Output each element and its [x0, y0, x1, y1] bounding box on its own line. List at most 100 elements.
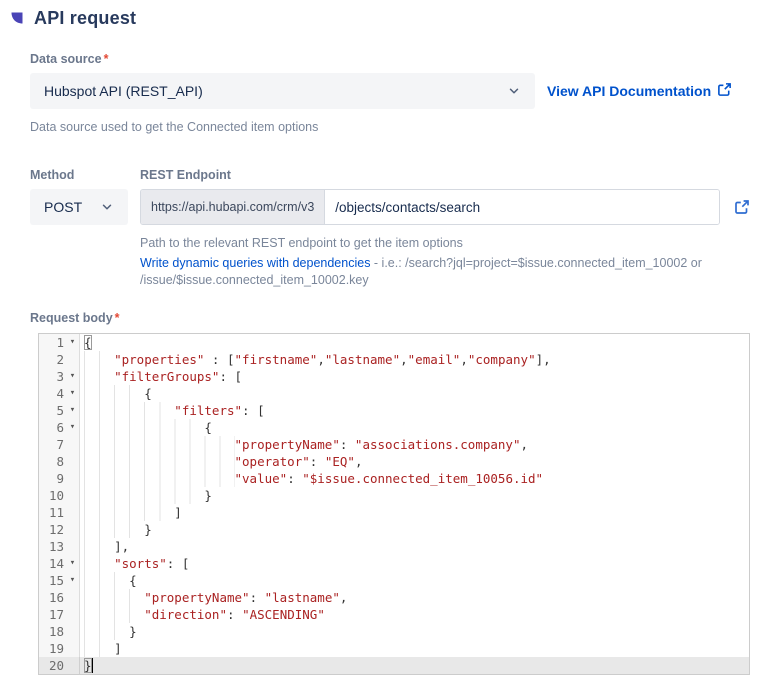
- code-text[interactable]: "filters": [: [80, 402, 749, 419]
- code-text[interactable]: "propertyName": "associations.company",: [80, 436, 749, 453]
- code-text[interactable]: ]: [80, 640, 749, 657]
- code-line[interactable]: 11]: [39, 504, 749, 521]
- code-text[interactable]: {: [80, 334, 749, 351]
- line-number: 5: [44, 402, 66, 419]
- line-gutter: 11: [39, 504, 80, 521]
- code-lines: 1▾{2"properties" : ["firstname","lastnam…: [39, 334, 749, 674]
- line-gutter: 20: [39, 657, 80, 674]
- view-api-documentation-link[interactable]: View API Documentation: [547, 82, 732, 100]
- endpoint-path-input[interactable]: [325, 190, 719, 224]
- line-number: 2: [44, 351, 66, 368]
- code-text[interactable]: {: [80, 419, 749, 436]
- connect-brand-icon: [10, 11, 24, 25]
- code-line[interactable]: 15▾{: [39, 572, 749, 589]
- line-gutter: 2: [39, 351, 80, 368]
- code-line[interactable]: 10}: [39, 487, 749, 504]
- line-gutter: 12: [39, 521, 80, 538]
- code-line[interactable]: 3▾"filterGroups": [: [39, 368, 749, 385]
- chevron-down-icon: [507, 84, 521, 98]
- code-text[interactable]: }: [80, 487, 749, 504]
- fold-arrow-icon[interactable]: ▾: [66, 368, 79, 385]
- code-line[interactable]: 4▾{: [39, 385, 749, 402]
- code-text[interactable]: "operator": "EQ",: [80, 453, 749, 470]
- code-line[interactable]: 7"propertyName": "associations.company",: [39, 436, 749, 453]
- code-text[interactable]: ]: [80, 504, 749, 521]
- method-label: Method: [30, 168, 128, 182]
- code-text[interactable]: "filterGroups": [: [80, 368, 749, 385]
- code-line[interactable]: 14▾"sorts": [: [39, 555, 749, 572]
- code-text[interactable]: "direction": "ASCENDING": [80, 606, 749, 623]
- indent-guides: [84, 419, 204, 436]
- code-text[interactable]: }: [80, 657, 749, 674]
- indent-guides: [84, 589, 144, 606]
- method-select[interactable]: POST: [30, 189, 128, 225]
- code-text[interactable]: }: [80, 623, 749, 640]
- fold-arrow-icon[interactable]: ▾: [66, 555, 79, 572]
- endpoint-section: Method POST REST Endpoint https://api.hu…: [30, 168, 750, 289]
- code-line[interactable]: 17"direction": "ASCENDING": [39, 606, 749, 623]
- dynamic-queries-link[interactable]: Write dynamic queries with dependencies: [140, 256, 370, 270]
- line-number: 12: [44, 521, 66, 538]
- line-gutter: 8: [39, 453, 80, 470]
- dynamic-queries-example: - i.e.: /search?jql=project=$issue.conne…: [370, 256, 701, 270]
- code-text[interactable]: "propertyName": "lastname",: [80, 589, 749, 606]
- fold-arrow-icon[interactable]: ▾: [66, 572, 79, 589]
- code-line[interactable]: 13],: [39, 538, 749, 555]
- code-text[interactable]: }: [80, 521, 749, 538]
- indent-guides: [84, 640, 114, 657]
- code-text[interactable]: {: [80, 385, 749, 402]
- code-text[interactable]: "properties" : ["firstname","lastname","…: [80, 351, 749, 368]
- dynamic-queries-example-line2: /issue/$issue.connected_item_10002.key: [140, 272, 750, 289]
- line-number: 20: [44, 657, 66, 674]
- rest-endpoint-control: https://api.hubapi.com/crm/v3: [140, 189, 720, 225]
- dynamic-queries-hint: Write dynamic queries with dependencies …: [140, 255, 740, 272]
- code-line[interactable]: 6▾{: [39, 419, 749, 436]
- data-source-section: Data source* Hubspot API (REST_API) View…: [30, 52, 750, 134]
- line-gutter: 18: [39, 623, 80, 640]
- data-source-select[interactable]: Hubspot API (REST_API): [30, 73, 535, 109]
- indent-guides: [84, 555, 114, 572]
- code-line[interactable]: 12}: [39, 521, 749, 538]
- code-line[interactable]: 18}: [39, 623, 749, 640]
- code-text[interactable]: {: [80, 572, 749, 589]
- text-cursor: [92, 658, 93, 673]
- code-line[interactable]: 9 "value": "$issue.connected_item_10056.i…: [39, 470, 749, 487]
- open-endpoint-external-link-icon[interactable]: [734, 199, 750, 215]
- line-number: 9: [44, 470, 66, 487]
- line-gutter: 4▾: [39, 385, 80, 402]
- fold-arrow-icon[interactable]: ▾: [66, 385, 79, 402]
- fold-arrow-icon[interactable]: ▾: [66, 334, 79, 351]
- external-link-icon: [717, 82, 732, 100]
- fold-arrow-icon[interactable]: ▾: [66, 402, 79, 419]
- code-line[interactable]: 16"propertyName": "lastname",: [39, 589, 749, 606]
- code-line[interactable]: 20}: [39, 657, 749, 674]
- code-line[interactable]: 2 "properties" : ["firstname","lastname",…: [39, 351, 749, 368]
- line-number: 13: [44, 538, 66, 555]
- line-gutter: 13: [39, 538, 80, 555]
- code-line[interactable]: 8"operator": "EQ",: [39, 453, 749, 470]
- indent-guides: [84, 402, 174, 419]
- line-gutter: 19: [39, 640, 80, 657]
- data-source-label: Data source*: [30, 52, 750, 66]
- line-gutter: 1▾: [39, 334, 80, 351]
- code-text[interactable]: ],: [80, 538, 749, 555]
- data-source-selected-value: Hubspot API (REST_API): [44, 83, 203, 99]
- code-line[interactable]: 19]: [39, 640, 749, 657]
- fold-arrow-icon[interactable]: ▾: [66, 419, 79, 436]
- code-text[interactable]: "value": "$issue.connected_item_10056.id…: [80, 470, 749, 487]
- method-column: Method POST: [30, 168, 128, 289]
- line-number: 18: [44, 623, 66, 640]
- code-text[interactable]: "sorts": [: [80, 555, 749, 572]
- line-number: 19: [44, 640, 66, 657]
- line-number: 14: [44, 555, 66, 572]
- code-line[interactable]: 5▾"filters": [: [39, 402, 749, 419]
- line-gutter: 5▾: [39, 402, 80, 419]
- indent-guides: [84, 487, 204, 504]
- request-body-editor[interactable]: 1▾{2"properties" : ["firstname","lastnam…: [38, 333, 750, 675]
- code-line[interactable]: 1▾{: [39, 334, 749, 351]
- request-body-label: Request body*: [30, 311, 750, 325]
- indent-guides: [84, 470, 235, 487]
- indent-guides: [84, 521, 144, 538]
- line-gutter: 10: [39, 487, 80, 504]
- rest-endpoint-column: REST Endpoint https://api.hubapi.com/crm…: [140, 168, 750, 289]
